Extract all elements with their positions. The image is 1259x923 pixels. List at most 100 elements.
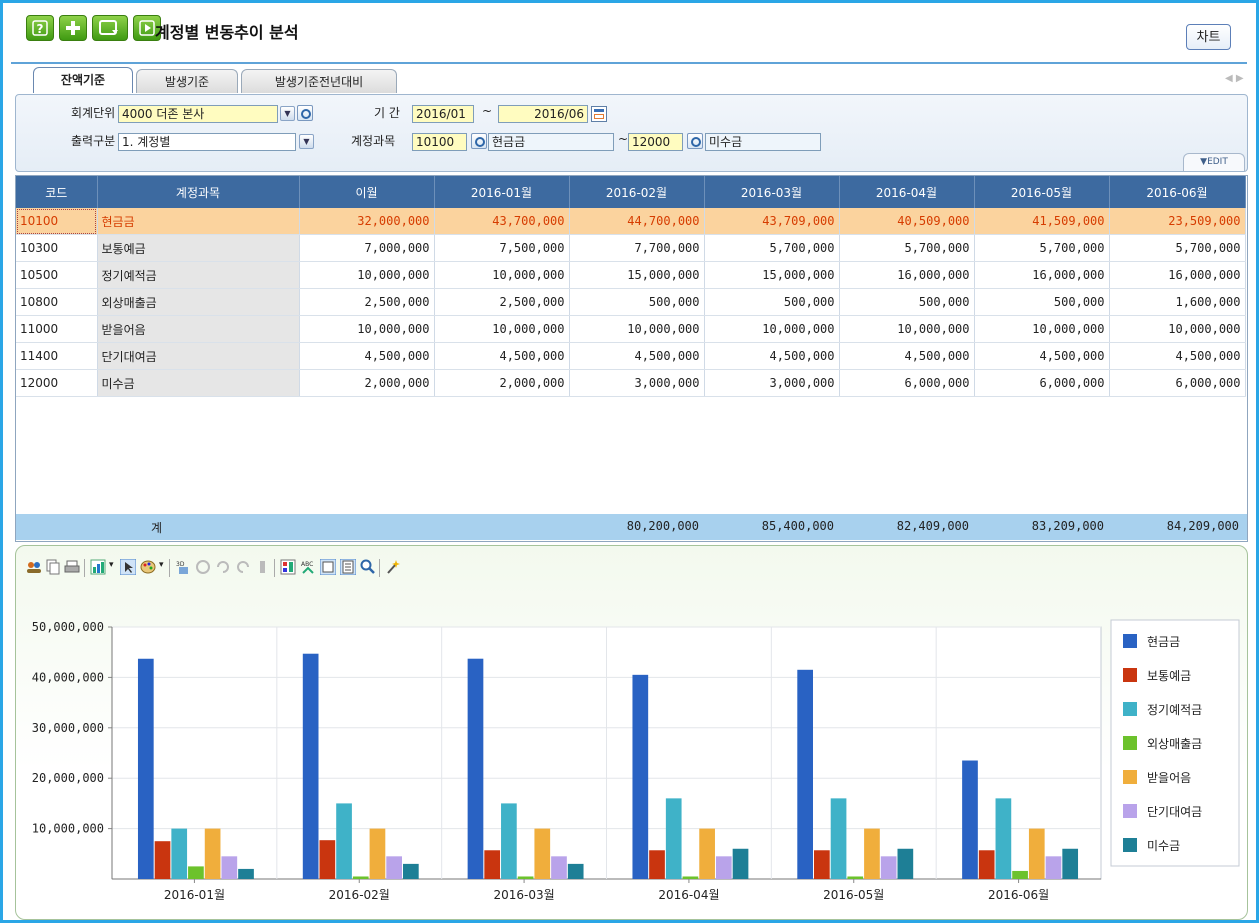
palette-icon[interactable] bbox=[140, 559, 156, 575]
cell-code[interactable]: 10300 bbox=[16, 234, 98, 262]
cell-value[interactable]: 4,500,000 bbox=[569, 342, 705, 370]
cell-value[interactable]: 10,000,000 bbox=[569, 315, 705, 343]
cell-value[interactable]: 40,509,000 bbox=[839, 208, 975, 235]
refresh-button[interactable] bbox=[92, 15, 128, 41]
chart-type-dropdown-icon[interactable]: ▾ bbox=[109, 560, 114, 570]
chart-button[interactable]: 차트 bbox=[1186, 24, 1231, 50]
cell-account[interactable]: 현금금 bbox=[97, 208, 300, 235]
account-to-code-input[interactable]: 12000 bbox=[628, 133, 683, 151]
cell-value[interactable]: 500,000 bbox=[974, 288, 1110, 316]
cell-value[interactable]: 5,700,000 bbox=[1109, 234, 1246, 262]
output-dropdown-icon[interactable]: ▼ bbox=[299, 134, 314, 149]
data-labels-icon[interactable]: ABC bbox=[300, 559, 316, 575]
cell-value[interactable]: 4,500,000 bbox=[974, 342, 1110, 370]
cell-value[interactable]: 44,700,000 bbox=[569, 208, 705, 235]
cell-value[interactable]: 2,500,000 bbox=[434, 288, 570, 316]
cell-value[interactable]: 2,000,000 bbox=[434, 369, 570, 397]
copy-icon[interactable] bbox=[45, 559, 61, 575]
cell-value[interactable]: 5,700,000 bbox=[839, 234, 975, 262]
col-month[interactable]: 2016-05월 bbox=[974, 176, 1110, 208]
cell-value[interactable]: 6,000,000 bbox=[839, 369, 975, 397]
table-row[interactable]: 11000 받을어음 10,000,000 10,000,000 10,000,… bbox=[16, 315, 1246, 343]
cell-account[interactable]: 받을어음 bbox=[97, 315, 300, 343]
col-carryover[interactable]: 이월 bbox=[299, 176, 435, 208]
cell-value[interactable]: 10,000,000 bbox=[434, 315, 570, 343]
unit-search-icon[interactable] bbox=[297, 105, 313, 121]
cell-code[interactable]: 12000 bbox=[16, 369, 98, 397]
cell-account[interactable]: 미수금 bbox=[97, 369, 300, 397]
col-account[interactable]: 계정과목 bbox=[97, 176, 300, 208]
cell-value[interactable]: 10,000,000 bbox=[299, 261, 435, 289]
cell-value[interactable]: 4,500,000 bbox=[1109, 342, 1246, 370]
cell-value[interactable]: 7,500,000 bbox=[434, 234, 570, 262]
edit-button[interactable]: ▼EDIT bbox=[1183, 153, 1245, 171]
col-month[interactable]: 2016-01월 bbox=[434, 176, 570, 208]
cell-value[interactable]: 7,000,000 bbox=[299, 234, 435, 262]
help-button[interactable]: ? bbox=[26, 15, 54, 41]
cell-value[interactable]: 3,000,000 bbox=[704, 369, 840, 397]
account-from-code-input[interactable]: 10100 bbox=[412, 133, 467, 151]
table-row[interactable]: 10100 현금금 32,000,000 43,700,000 44,700,0… bbox=[16, 208, 1246, 235]
unit-dropdown-icon[interactable]: ▼ bbox=[280, 106, 295, 121]
cell-code[interactable]: 11000 bbox=[16, 315, 98, 343]
table-row[interactable]: 10800 외상매출금 2,500,000 2,500,000 500,000 … bbox=[16, 288, 1246, 316]
table-row[interactable]: 10500 정기예적금 10,000,000 10,000,000 15,000… bbox=[16, 261, 1246, 289]
account-to-search-icon[interactable] bbox=[687, 133, 703, 149]
cell-value[interactable]: 16,000,000 bbox=[1109, 261, 1246, 289]
properties-icon[interactable] bbox=[340, 559, 356, 575]
cell-value[interactable]: 6,000,000 bbox=[974, 369, 1110, 397]
cell-code[interactable]: 10500 bbox=[16, 261, 98, 289]
cell-value[interactable]: 41,509,000 bbox=[974, 208, 1110, 235]
cell-value[interactable]: 10,000,000 bbox=[1109, 315, 1246, 343]
cell-value[interactable]: 2,000,000 bbox=[299, 369, 435, 397]
cell-value[interactable]: 15,000,000 bbox=[569, 261, 705, 289]
zoom-icon[interactable] bbox=[360, 559, 376, 575]
cell-value[interactable]: 500,000 bbox=[704, 288, 840, 316]
account-from-search-icon[interactable] bbox=[471, 133, 487, 149]
cell-value[interactable]: 43,700,000 bbox=[434, 208, 570, 235]
cell-value[interactable]: 5,700,000 bbox=[974, 234, 1110, 262]
col-code[interactable]: 코드 bbox=[16, 176, 98, 208]
cell-value[interactable]: 10,000,000 bbox=[974, 315, 1110, 343]
col-month[interactable]: 2016-03월 bbox=[704, 176, 840, 208]
cell-code[interactable]: 10800 bbox=[16, 288, 98, 316]
period-from-input[interactable]: 2016/01 bbox=[412, 105, 474, 123]
cell-value[interactable]: 2,500,000 bbox=[299, 288, 435, 316]
legend-icon[interactable] bbox=[280, 559, 296, 575]
cell-value[interactable]: 32,000,000 bbox=[299, 208, 435, 235]
cell-account[interactable]: 보통예금 bbox=[97, 234, 300, 262]
cell-value[interactable]: 7,700,000 bbox=[569, 234, 705, 262]
cell-value[interactable]: 16,000,000 bbox=[974, 261, 1110, 289]
cell-value[interactable]: 10,000,000 bbox=[434, 261, 570, 289]
col-month[interactable]: 2016-06월 bbox=[1109, 176, 1246, 208]
col-month[interactable]: 2016-04월 bbox=[839, 176, 975, 208]
period-to-input[interactable]: 2016/06 bbox=[498, 105, 588, 123]
data-table-icon[interactable] bbox=[320, 559, 336, 575]
cell-value[interactable]: 5,700,000 bbox=[704, 234, 840, 262]
cell-value[interactable]: 4,500,000 bbox=[839, 342, 975, 370]
users-icon[interactable] bbox=[26, 559, 42, 575]
wizard-icon[interactable] bbox=[385, 559, 401, 575]
cell-value[interactable]: 1,600,000 bbox=[1109, 288, 1246, 316]
cell-value[interactable]: 6,000,000 bbox=[1109, 369, 1246, 397]
cell-code[interactable]: 11400 bbox=[16, 342, 98, 370]
calendar-icon[interactable] bbox=[591, 106, 607, 122]
cell-value[interactable]: 4,500,000 bbox=[299, 342, 435, 370]
cell-value[interactable]: 10,000,000 bbox=[299, 315, 435, 343]
table-row[interactable]: 11400 단기대여금 4,500,000 4,500,000 4,500,00… bbox=[16, 342, 1246, 370]
select-icon[interactable] bbox=[120, 559, 136, 575]
cell-value[interactable]: 500,000 bbox=[569, 288, 705, 316]
chart-type-icon[interactable] bbox=[90, 559, 106, 575]
cell-code[interactable]: 10100 bbox=[16, 208, 98, 235]
tab-occurrence-yoy[interactable]: 발생기준전년대비 bbox=[241, 69, 397, 93]
tab-scroll-arrows[interactable]: ◀ ▶ bbox=[1225, 73, 1244, 84]
table-row[interactable]: 10300 보통예금 7,000,000 7,500,000 7,700,000… bbox=[16, 234, 1246, 262]
cell-value[interactable]: 10,000,000 bbox=[839, 315, 975, 343]
cell-value[interactable]: 4,500,000 bbox=[434, 342, 570, 370]
cell-value[interactable]: 16,000,000 bbox=[839, 261, 975, 289]
cell-account[interactable]: 단기대여금 bbox=[97, 342, 300, 370]
cell-value[interactable]: 10,000,000 bbox=[704, 315, 840, 343]
col-month[interactable]: 2016-02월 bbox=[569, 176, 705, 208]
cell-value[interactable]: 15,000,000 bbox=[704, 261, 840, 289]
unit-select[interactable]: 4000 더존 본사 bbox=[118, 105, 278, 123]
